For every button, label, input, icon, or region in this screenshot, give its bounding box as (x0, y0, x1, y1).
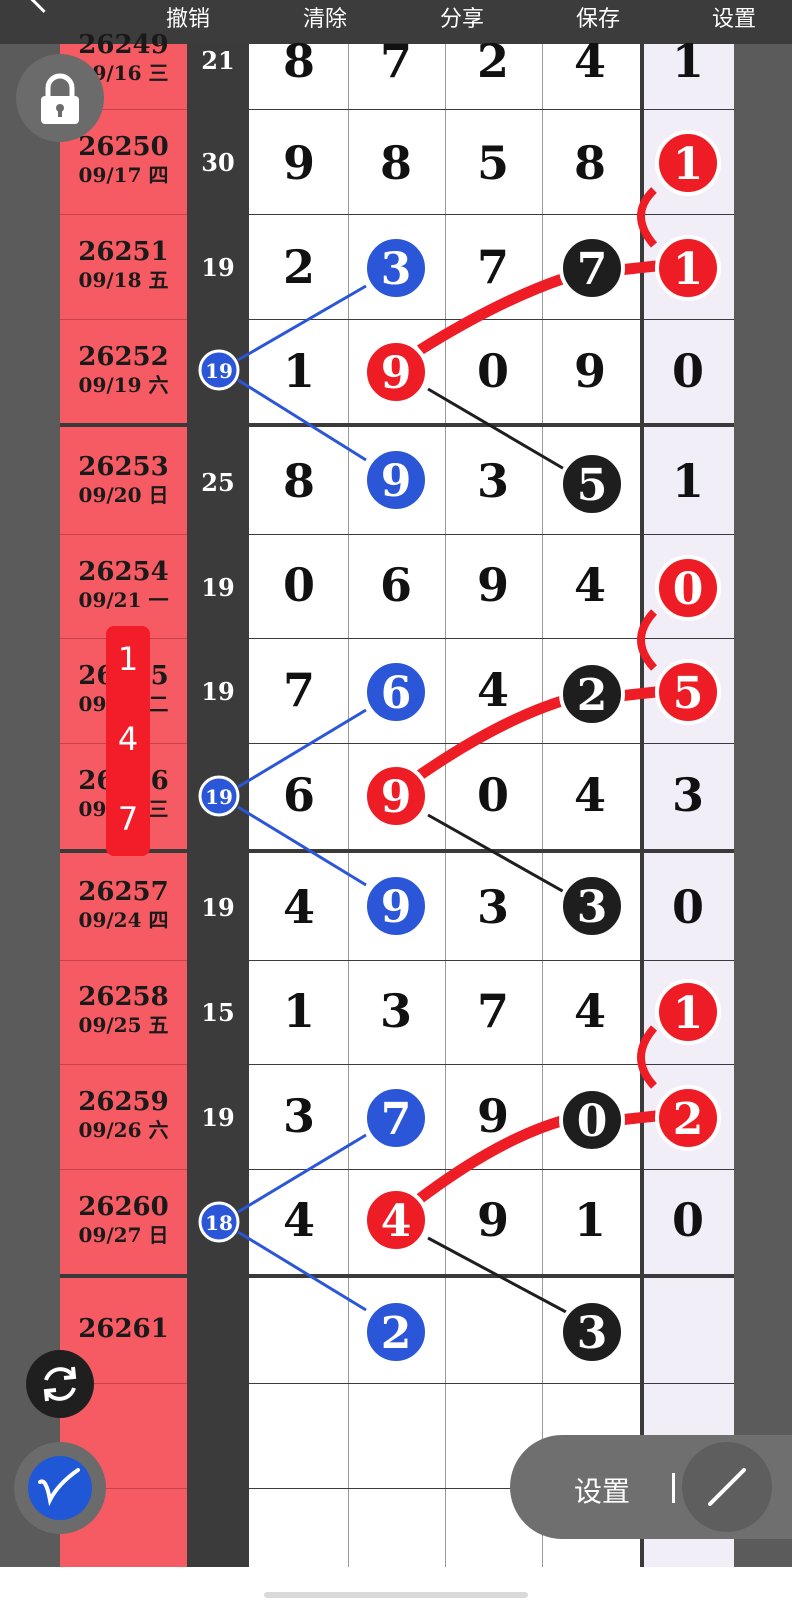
circle-digit: 3 (381, 244, 412, 295)
circle-digit: 1 (673, 139, 704, 190)
line-tool-button[interactable] (682, 1442, 772, 1532)
tail-red-circle: 1 (655, 130, 721, 196)
red-trend (416, 694, 567, 780)
lock-icon (41, 73, 79, 124)
blue-link (237, 1133, 367, 1214)
black-circle: 2 (559, 661, 625, 727)
pen-button[interactable] (28, 1456, 92, 1520)
circle-digit: 1 (673, 988, 704, 1039)
circle-digit: 9 (381, 348, 412, 399)
black-link (427, 813, 567, 895)
refresh-button[interactable] (26, 1350, 94, 1418)
circle-digit: 6 (381, 668, 412, 719)
blue-circle: 2 (363, 1299, 429, 1365)
sum-marker: 18 (198, 1201, 240, 1243)
blue-link (237, 284, 367, 362)
red-circle: 9 (363, 339, 429, 405)
red-trend (417, 272, 567, 355)
sum-marker: 19 (198, 775, 240, 817)
line-tool-icon (708, 1468, 746, 1506)
blue-link (237, 1230, 367, 1312)
black-circle: 3 (559, 1299, 625, 1365)
circle-digit: 1 (673, 244, 704, 295)
circle-digit: 9 (381, 456, 412, 507)
circle-digit: 3 (577, 1308, 608, 1359)
circle-digit: 3 (577, 882, 608, 933)
black-circle: 7 (559, 235, 625, 301)
circle-digit: 2 (577, 670, 608, 721)
black-circle: 0 (559, 1087, 625, 1153)
pen-icon (38, 1468, 80, 1507)
sum-marker-value: 19 (205, 359, 233, 383)
red-trend (414, 1114, 567, 1205)
tail-link (637, 187, 658, 248)
circle-digit: 2 (673, 1094, 704, 1145)
tail-link (637, 1025, 658, 1089)
lock-button[interactable] (16, 54, 104, 142)
blue-circle: 9 (363, 447, 429, 513)
blue-link (237, 805, 367, 887)
circle-digit: 2 (381, 1308, 412, 1359)
pill-settings-button[interactable]: 设置 (574, 1470, 630, 1510)
tail-red-circle: 1 (655, 235, 721, 301)
blue-link (237, 378, 367, 462)
blue-link (237, 708, 367, 789)
tail-red-circle: 2 (655, 1085, 721, 1151)
tail-link (637, 609, 658, 671)
circle-digit: 0 (577, 1096, 608, 1147)
home-indicator[interactable] (264, 1592, 528, 1598)
sum-marker: 19 (198, 349, 240, 391)
blue-circle: 6 (363, 659, 429, 725)
refresh-icon (43, 1366, 77, 1402)
pill-separator (672, 1473, 675, 1503)
circle-digit: 9 (381, 882, 412, 933)
circle-digit: 5 (577, 460, 608, 511)
popup-digit[interactable]: 7 (106, 800, 150, 838)
sum-marker-value: 18 (205, 1211, 233, 1235)
circle-digit: 7 (577, 244, 608, 295)
popup-digit[interactable]: 4 (106, 720, 150, 758)
red-circle: 9 (363, 763, 429, 829)
tail-red-circle: 1 (655, 979, 721, 1045)
circle-digit: 9 (381, 772, 412, 823)
blue-circle: 3 (363, 235, 429, 301)
black-circle: 3 (559, 873, 625, 939)
black-link (427, 387, 567, 472)
black-link (427, 1236, 567, 1314)
circle-digit: 5 (673, 668, 704, 719)
blue-circle: 7 (363, 1085, 429, 1151)
blue-circle: 9 (363, 873, 429, 939)
digit-popup[interactable]: 1 4 7 (106, 626, 150, 856)
circle-digit: 4 (381, 1196, 412, 1247)
popup-digit[interactable]: 1 (106, 640, 150, 678)
circle-digit: 0 (673, 564, 704, 615)
tail-red-circle: 0 (655, 555, 721, 621)
circle-digit: 7 (381, 1094, 412, 1145)
sum-marker-value: 19 (205, 785, 233, 809)
tail-red-circle: 5 (655, 659, 721, 725)
black-circle: 5 (559, 451, 625, 517)
red-circle: 4 (363, 1187, 429, 1253)
